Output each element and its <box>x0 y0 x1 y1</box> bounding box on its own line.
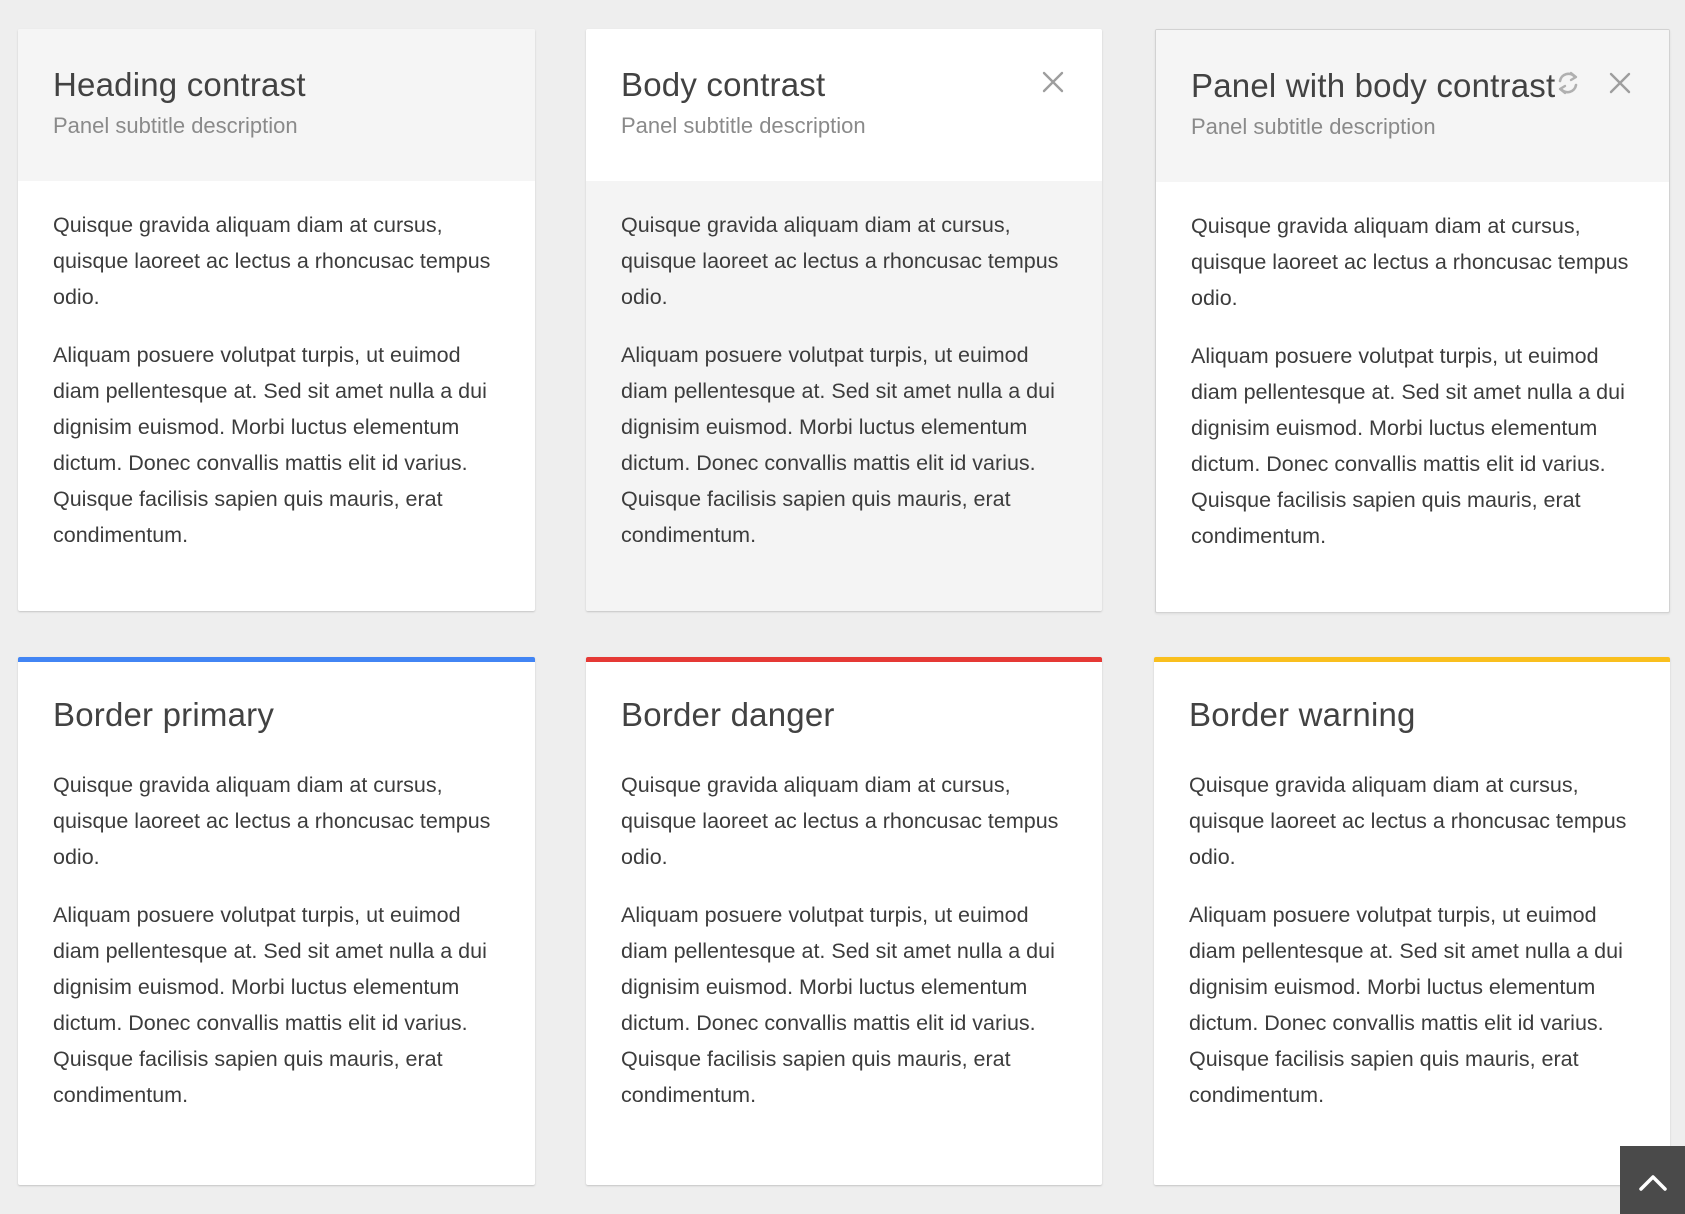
panel-title: Border warning <box>1189 696 1416 733</box>
panel-subtitle: Panel subtitle description <box>53 112 298 138</box>
panel-paragraph: Quisque gravida aliquam diam at cursus, … <box>621 772 1059 869</box>
panel-title: Border primary <box>53 696 275 733</box>
panel-title: Body contrast <box>621 66 826 103</box>
panel-border-primary: Border primary Quisque gravida aliquam d… <box>18 657 535 1185</box>
chevron-up-icon <box>1638 1172 1668 1197</box>
panel-paragraph: Aliquam posuere volutpat turpis, ut euim… <box>53 343 487 547</box>
back-to-top-button[interactable] <box>1620 1146 1685 1214</box>
panel-header: Heading contrast Panel subtitle descript… <box>18 29 535 181</box>
panel-subtitle: Panel subtitle description <box>1191 113 1436 139</box>
close-icon[interactable] <box>1605 68 1635 98</box>
panel-paragraph: Aliquam posuere volutpat turpis, ut euim… <box>621 343 1055 547</box>
panel-paragraph: Quisque gravida aliquam diam at cursus, … <box>1191 214 1629 310</box>
panel-body: Quisque gravida aliquam diam at cursus, … <box>18 735 535 1185</box>
panel-paragraph: Quisque gravida aliquam diam at cursus, … <box>621 213 1059 309</box>
panel-header: Border warning <box>1154 657 1670 735</box>
panel-actions <box>1553 68 1635 98</box>
panel-paragraph: Aliquam posuere volutpat turpis, ut euim… <box>1191 344 1625 548</box>
panel-paragraph: Quisque gravida aliquam diam at cursus, … <box>53 772 491 869</box>
close-icon[interactable] <box>1038 67 1068 97</box>
panel-paragraph: Aliquam posuere volutpat turpis, ut euim… <box>53 902 487 1107</box>
panel-body: Quisque gravida aliquam diam at cursus, … <box>586 735 1102 1185</box>
panel-paragraph: Quisque gravida aliquam diam at cursus, … <box>1189 772 1627 869</box>
panel-paragraph: Aliquam posuere volutpat turpis, ut euim… <box>621 902 1055 1107</box>
panel-border-warning: Border warning Quisque gravida aliquam d… <box>1154 657 1670 1185</box>
refresh-icon[interactable] <box>1553 68 1583 98</box>
panel-border-danger: Border danger Quisque gravida aliquam di… <box>586 657 1102 1185</box>
panel-paragraph: Aliquam posuere volutpat turpis, ut euim… <box>1189 902 1623 1107</box>
panel-header: Panel with body contrast Panel subtitle … <box>1156 30 1669 182</box>
panel-header: Border danger <box>586 657 1102 735</box>
panel-title: Border danger <box>621 696 835 733</box>
panel-title: Heading contrast <box>53 66 306 103</box>
panel-body-contrast: Body contrast Panel subtitle description… <box>586 29 1102 611</box>
panel-header: Border primary <box>18 657 535 735</box>
panel-actions <box>1038 67 1068 97</box>
panel-paragraph: Quisque gravida aliquam diam at cursus, … <box>53 213 491 309</box>
panel-heading-contrast: Heading contrast Panel subtitle descript… <box>18 29 535 611</box>
panel-body: Quisque gravida aliquam diam at cursus, … <box>1154 735 1670 1185</box>
panel-body: Quisque gravida aliquam diam at cursus, … <box>18 181 535 611</box>
panel-with-body-contrast: Panel with body contrast Panel subtitle … <box>1155 29 1670 613</box>
panel-header: Body contrast Panel subtitle description <box>586 29 1102 181</box>
panel-body: Quisque gravida aliquam diam at cursus, … <box>586 181 1102 611</box>
panel-body: Quisque gravida aliquam diam at cursus, … <box>1156 182 1669 612</box>
panel-subtitle: Panel subtitle description <box>621 112 866 138</box>
